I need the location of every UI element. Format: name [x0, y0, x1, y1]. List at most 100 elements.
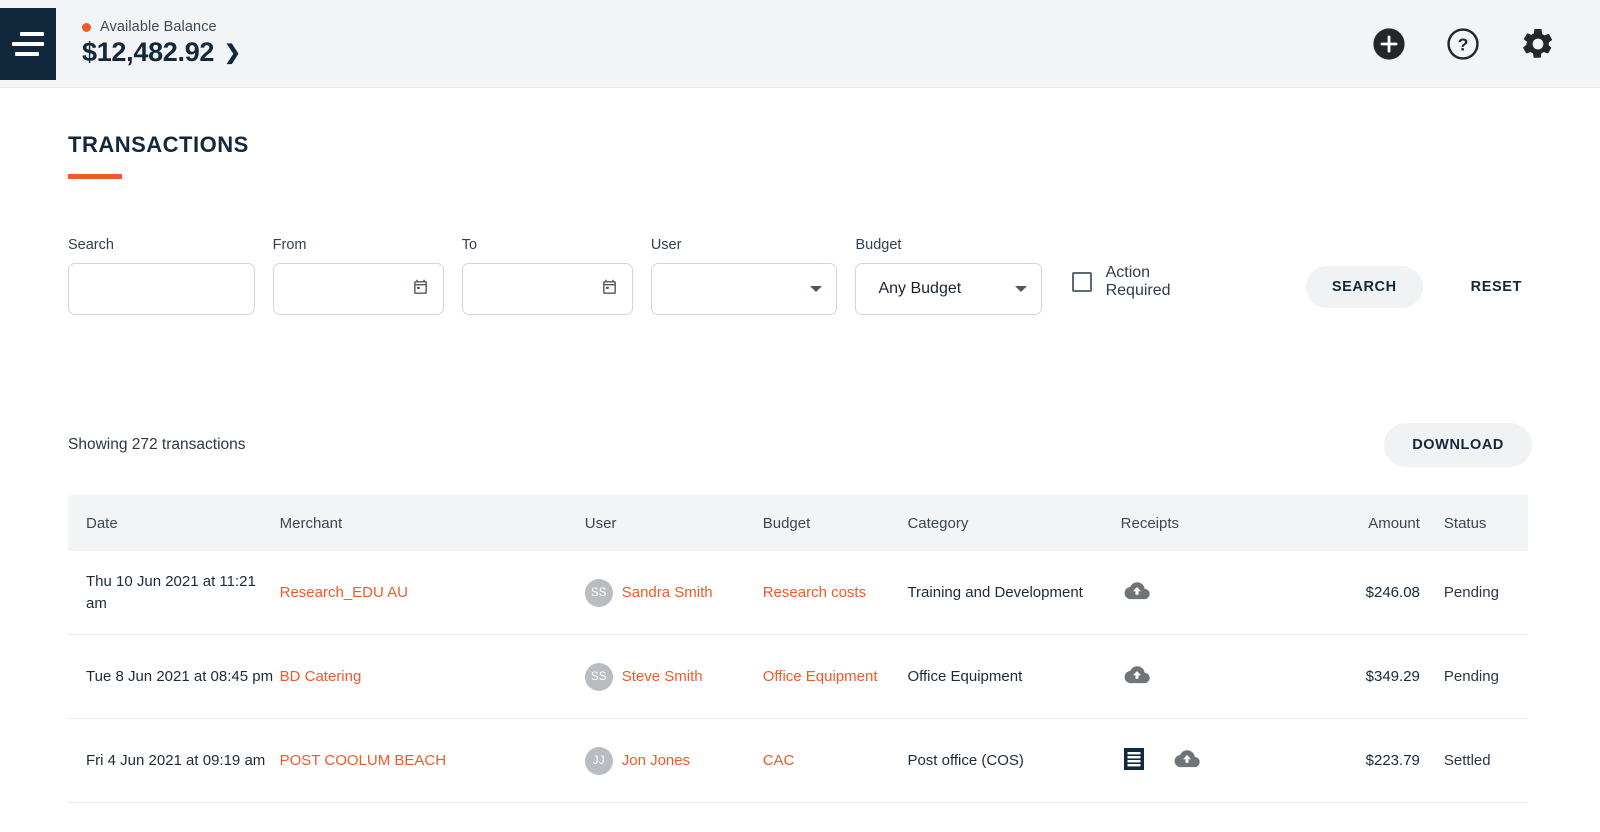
cell-budget: Research costs — [763, 582, 908, 603]
merchant-link[interactable]: POST COOLUM BEACH — [280, 752, 446, 769]
chevron-down-icon[interactable] — [1015, 286, 1027, 292]
receipt-icon-group — [1121, 577, 1303, 609]
table-row[interactable]: Fri 4 Jun 2021 at 09:19 amPOST COOLUM BE… — [68, 719, 1528, 803]
user-field: User — [651, 237, 838, 315]
search-input[interactable] — [83, 264, 240, 314]
cell-category: Office Equipment — [907, 666, 1120, 687]
cell-date: Fri 4 Jun 2021 at 09:19 am — [68, 750, 280, 771]
cloud-upload-icon[interactable] — [1173, 745, 1201, 777]
user-link[interactable]: Sandra Smith — [622, 584, 713, 601]
top-bar: Available Balance $12,482.92 ❯ ? — [0, 0, 1600, 88]
cell-status: Settled — [1420, 752, 1528, 769]
user-select[interactable] — [651, 263, 838, 315]
merchant-link[interactable]: Research_EDU AU — [280, 584, 408, 601]
budget-label: Budget — [855, 237, 1042, 253]
search-label: Search — [68, 237, 255, 253]
from-label: From — [273, 237, 444, 253]
to-label: To — [462, 237, 633, 253]
cell-budget: Office Equipment — [763, 666, 908, 687]
action-required-checkbox-row[interactable]: Action Required — [1072, 264, 1216, 300]
cell-merchant: POST COOLUM BEACH — [280, 752, 585, 769]
page-body: TRANSACTIONS Search From To — [0, 132, 1600, 803]
hamburger-line — [12, 42, 44, 46]
budget-link[interactable]: Research costs — [763, 584, 866, 601]
cell-user: SS Sandra Smith — [585, 579, 763, 607]
budget-field: Budget Any Budget — [855, 237, 1042, 315]
cell-date: Tue 8 Jun 2021 at 08:45 pm — [68, 666, 280, 687]
available-balance-label-row: Available Balance — [82, 19, 241, 35]
calendar-icon[interactable] — [601, 279, 618, 300]
chevron-right-icon[interactable]: ❯ — [224, 43, 241, 63]
question-circle-icon[interactable]: ? — [1446, 27, 1480, 61]
table-row[interactable]: Thu 10 Jun 2021 at 11:21 amResearch_EDU … — [68, 551, 1528, 635]
to-date-input-wrap[interactable] — [462, 263, 633, 315]
user-link[interactable]: Steve Smith — [622, 668, 703, 685]
search-button[interactable]: SEARCH — [1306, 266, 1423, 308]
column-header-merchant[interactable]: Merchant — [280, 515, 585, 532]
cell-merchant: Research_EDU AU — [280, 584, 585, 601]
user-label: User — [651, 237, 838, 253]
table-row[interactable]: Tue 8 Jun 2021 at 08:45 pmBD Catering SSS… — [68, 635, 1528, 719]
results-bar: Showing 272 transactions DOWNLOAD — [68, 423, 1532, 467]
budget-link[interactable]: Office Equipment — [763, 668, 878, 685]
cell-amount: $246.08 — [1303, 584, 1420, 601]
column-header-status[interactable]: Status — [1420, 515, 1528, 532]
cell-user: JJ Jon Jones — [585, 747, 763, 775]
avatar: SS — [585, 579, 613, 607]
cell-category: Training and Development — [907, 582, 1120, 603]
search-input-wrap[interactable] — [68, 263, 255, 315]
available-balance-block[interactable]: Available Balance $12,482.92 ❯ — [82, 19, 241, 68]
merchant-link[interactable]: BD Catering — [280, 668, 362, 685]
page-title-underline — [68, 174, 122, 179]
status-dot-icon — [82, 23, 91, 32]
showing-count: Showing 272 transactions — [68, 436, 246, 454]
column-header-budget[interactable]: Budget — [763, 515, 908, 532]
page-title: TRANSACTIONS — [68, 132, 1532, 158]
action-required-checkbox[interactable] — [1072, 272, 1091, 292]
avatar: JJ — [585, 747, 613, 775]
from-date-input[interactable] — [288, 264, 412, 314]
cell-category: Post office (COS) — [907, 750, 1120, 771]
plus-circle-icon[interactable] — [1372, 27, 1406, 61]
cell-receipts — [1121, 745, 1303, 777]
user-chip[interactable]: JJ Jon Jones — [585, 747, 763, 775]
cell-status: Pending — [1420, 584, 1528, 601]
budget-select-value: Any Budget — [870, 280, 961, 298]
budget-link[interactable]: CAC — [763, 752, 795, 769]
available-balance-amount: $12,482.92 — [82, 37, 214, 68]
column-header-receipts[interactable]: Receipts — [1121, 515, 1303, 532]
hamburger-line — [15, 52, 39, 56]
to-field: To — [462, 237, 633, 315]
receipt-icon-group — [1121, 661, 1303, 693]
svg-text:?: ? — [1458, 34, 1469, 54]
cell-status: Pending — [1420, 668, 1528, 685]
available-balance-value-row[interactable]: $12,482.92 ❯ — [82, 37, 241, 68]
cell-amount: $349.29 — [1303, 668, 1420, 685]
budget-select[interactable]: Any Budget — [855, 263, 1042, 315]
reset-button[interactable]: RESET — [1461, 266, 1532, 308]
gear-icon[interactable] — [1520, 26, 1556, 62]
chevron-down-icon[interactable] — [810, 286, 822, 292]
column-header-amount[interactable]: Amount — [1303, 515, 1420, 532]
hamburger-menu-icon[interactable] — [0, 8, 56, 80]
cell-merchant: BD Catering — [280, 668, 585, 685]
user-chip[interactable]: SS Sandra Smith — [585, 579, 763, 607]
user-link[interactable]: Jon Jones — [622, 752, 690, 769]
cloud-upload-icon[interactable] — [1123, 577, 1151, 609]
to-date-input[interactable] — [477, 264, 601, 314]
column-header-category[interactable]: Category — [907, 515, 1120, 532]
download-button[interactable]: DOWNLOAD — [1384, 423, 1532, 467]
column-header-user[interactable]: User — [585, 515, 763, 532]
action-required-label: Action Required — [1106, 264, 1216, 300]
hamburger-line — [20, 32, 44, 36]
receipt-document-icon[interactable] — [1123, 747, 1145, 775]
search-field: Search — [68, 237, 255, 315]
calendar-icon[interactable] — [412, 279, 429, 300]
receipt-icon-group — [1121, 745, 1303, 777]
cell-receipts — [1121, 661, 1303, 693]
from-date-input-wrap[interactable] — [273, 263, 444, 315]
user-chip[interactable]: SSSteve Smith — [585, 663, 763, 691]
cloud-upload-icon[interactable] — [1123, 661, 1151, 693]
available-balance-label: Available Balance — [100, 19, 217, 35]
column-header-date[interactable]: Date — [68, 515, 280, 532]
